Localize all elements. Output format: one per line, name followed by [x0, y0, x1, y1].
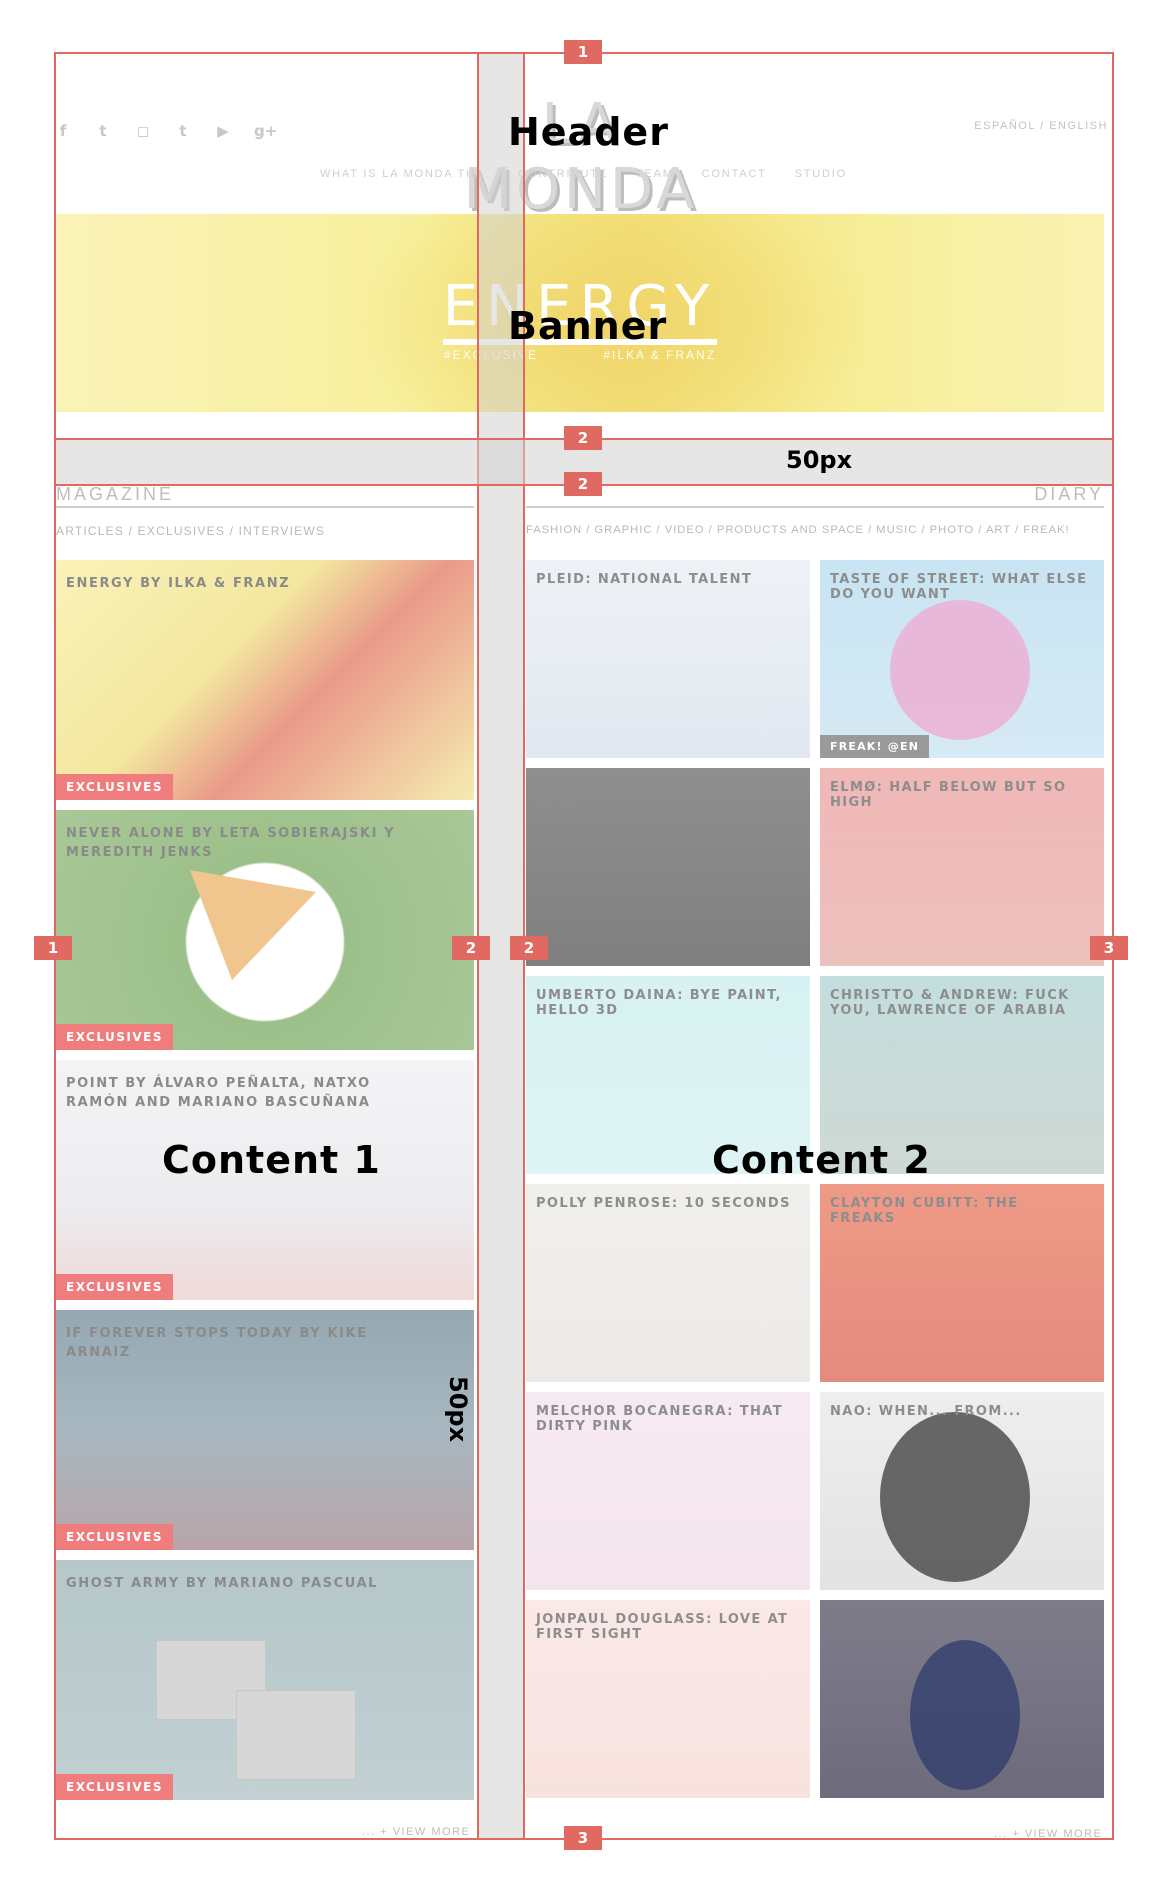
marker-2-right-gutter: 2: [510, 936, 548, 960]
content-2-label: Content 2: [712, 1138, 931, 1182]
gutter-v-label: 50px: [444, 1376, 472, 1443]
banner-label: Banner: [508, 304, 668, 348]
marker-1-top: 1: [564, 40, 602, 64]
header-label: Header: [508, 110, 669, 154]
marker-3-bottom: 3: [564, 1826, 602, 1850]
marker-2-left-gutter: 2: [452, 936, 490, 960]
gutter-h-label: 50px: [786, 446, 853, 474]
marker-2-lower: 2: [564, 472, 602, 496]
marker-2-upper: 2: [564, 426, 602, 450]
marker-1-left: 1: [34, 936, 72, 960]
content-1-label: Content 1: [162, 1138, 381, 1182]
marker-3-right: 3: [1090, 936, 1128, 960]
